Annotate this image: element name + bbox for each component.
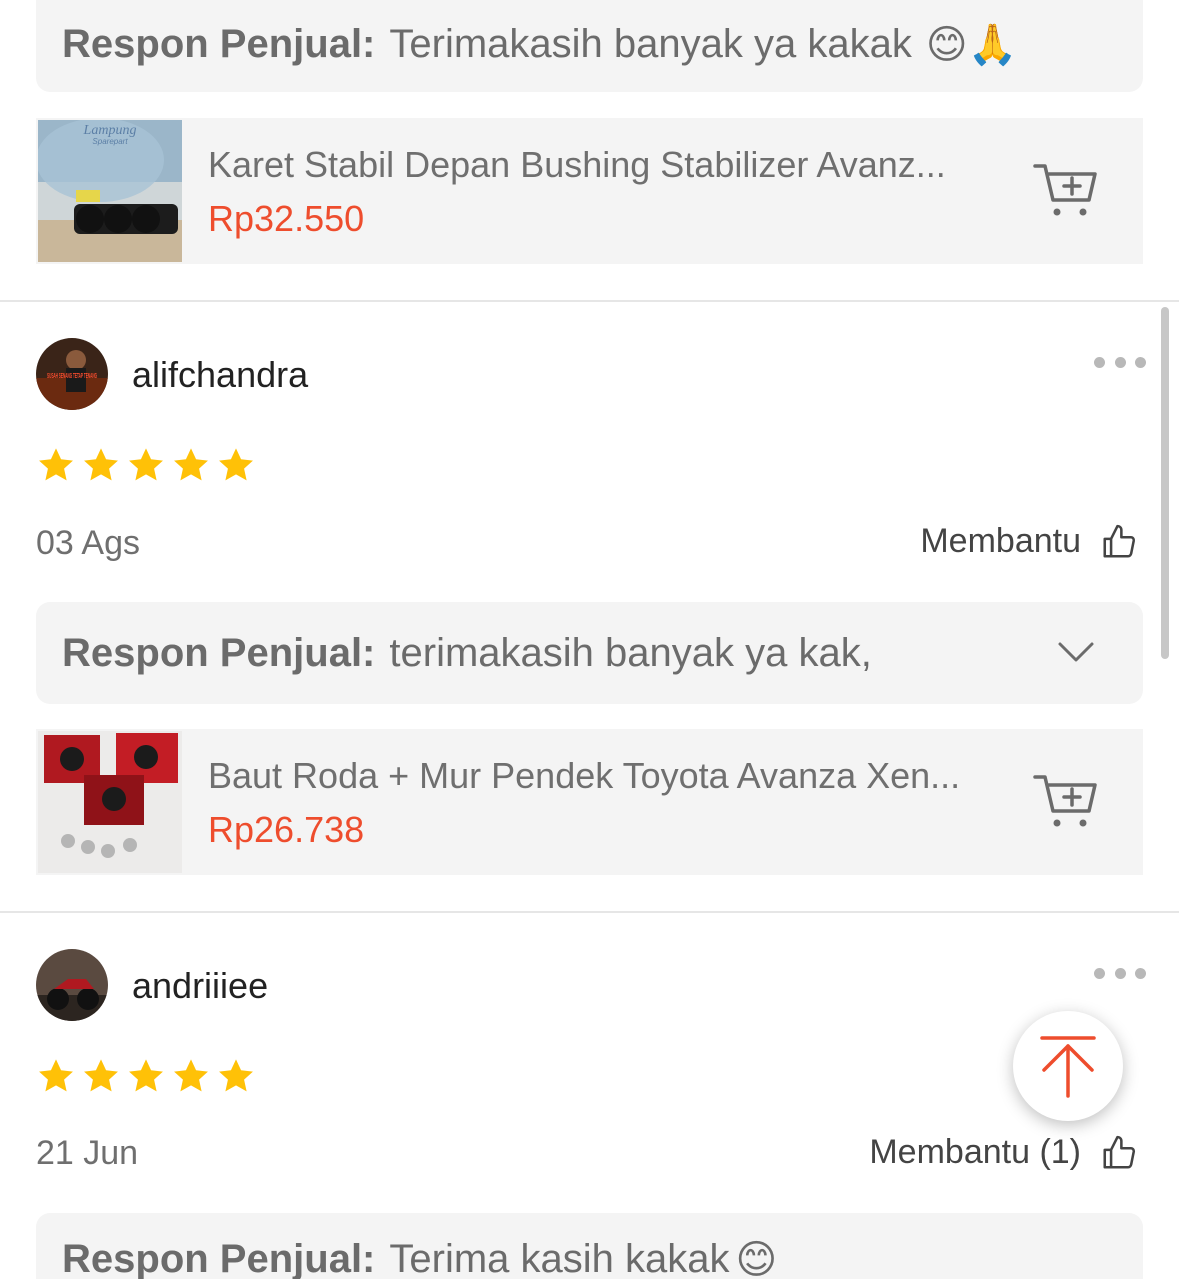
seller-response-label: Respon Penjual:: [62, 21, 376, 66]
review-date: 21 Jun: [36, 1134, 139, 1172]
rating-stars: [36, 1057, 256, 1097]
avatar-overlay-text: SUSAH SENANG TETAP TENANG: [47, 373, 97, 380]
product-price: Rp26.738: [208, 809, 365, 850]
star-icon: [174, 1059, 208, 1092]
star-icon: [219, 1059, 253, 1092]
add-to-cart-button[interactable]: [1033, 160, 1099, 222]
seller-response: Respon Penjual: Terima kasih kakak 😊: [36, 1213, 1143, 1279]
review-divider: [0, 911, 1179, 913]
seller-response: Respon Penjual: Terimakasih banyak ya ka…: [36, 0, 1143, 92]
avatar[interactable]: [36, 949, 108, 1021]
more-dots-icon: [1094, 356, 1105, 368]
product-name: Karet Stabil Depan Bushing Stabilizer Av…: [208, 144, 946, 185]
thumb-brand-sub: Sparepart: [92, 137, 128, 146]
rating-stars: [36, 446, 256, 486]
add-to-cart-icon: [1033, 775, 1097, 827]
more-dots-icon: [1094, 967, 1105, 979]
product-thumbnail: [38, 731, 182, 873]
seller-response-text: terimakasih banyak ya kak,: [389, 630, 872, 675]
seller-response-text: Terimakasih banyak ya kakak: [389, 21, 912, 66]
helpful-button[interactable]: Membantu (1): [869, 1133, 1081, 1172]
product-name: Baut Roda + Mur Pendek Toyota Avanza Xen…: [208, 755, 961, 796]
review-date: 03 Ags: [36, 524, 140, 562]
product-card[interactable]: Baut Roda + Mur Pendek Toyota Avanza Xen…: [36, 729, 1143, 875]
review-divider: [0, 300, 1179, 302]
chevron-down-icon[interactable]: [1056, 638, 1096, 666]
star-icon: [129, 1059, 163, 1092]
scrollbar[interactable]: [1161, 307, 1169, 659]
avatar[interactable]: SUSAH SENANG TETAP TENANG: [36, 338, 108, 410]
thumb-brand-text: Lampung: [83, 123, 137, 138]
star-icon: [39, 448, 73, 481]
thumbs-up-icon[interactable]: [1100, 523, 1138, 561]
seller-response-emoji: 😊: [735, 1237, 778, 1279]
star-icon: [174, 448, 208, 481]
scroll-to-top-button[interactable]: [1013, 1011, 1123, 1121]
reviewer-username: andriiiee: [132, 965, 269, 1006]
seller-response-emoji: 😊🙏: [925, 21, 1018, 68]
thumbs-up-icon[interactable]: [1100, 1134, 1138, 1172]
star-icon: [39, 1059, 73, 1092]
add-to-cart-icon: [1033, 164, 1097, 216]
star-icon: [84, 448, 118, 481]
reviewer-username: alifchandra: [132, 354, 309, 395]
helpful-button[interactable]: Membantu: [920, 522, 1081, 561]
product-price: Rp32.550: [208, 198, 365, 239]
seller-response-label: Respon Penjual:: [62, 1237, 376, 1279]
star-icon: [219, 448, 253, 481]
star-icon: [129, 448, 163, 481]
add-to-cart-button[interactable]: [1033, 771, 1099, 833]
product-thumbnail: Lampung Sparepart: [38, 120, 182, 262]
more-options-button[interactable]: [1094, 355, 1146, 369]
seller-response-text: Terima kasih kakak: [389, 1237, 730, 1279]
product-card[interactable]: Lampung Sparepart Karet Stabil Depan Bus…: [36, 118, 1143, 264]
arrow-up-icon: [1040, 1036, 1096, 1098]
seller-response[interactable]: Respon Penjual: terimakasih banyak ya ka…: [36, 602, 1143, 704]
more-options-button[interactable]: [1094, 966, 1146, 980]
seller-response-label: Respon Penjual:: [62, 630, 376, 675]
star-icon: [84, 1059, 118, 1092]
